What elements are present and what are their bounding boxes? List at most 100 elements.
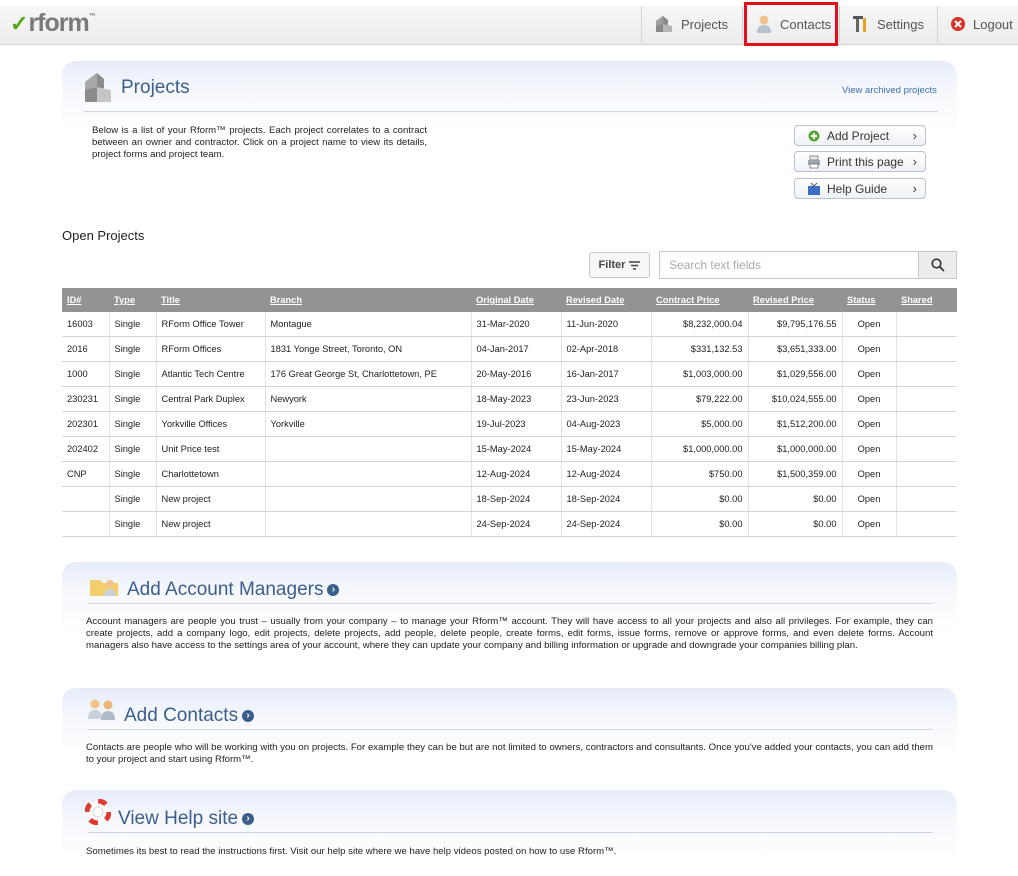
table-row[interactable]: 202402 Single Unit Price test 15-May-2024 15… bbox=[62, 436, 957, 462]
view-archived-projects-link[interactable]: View archived projects bbox=[842, 85, 937, 96]
cell-title[interactable]: New project bbox=[156, 511, 266, 537]
chevron-right-icon: › bbox=[912, 154, 917, 169]
cell-branch: Yorkville bbox=[265, 411, 472, 437]
cell-revised-price: $1,512,200.00 bbox=[748, 411, 843, 437]
cell-status: Open bbox=[842, 386, 897, 412]
cell-revised-price: $9,795,176.55 bbox=[748, 312, 843, 337]
column-header-title[interactable]: Title bbox=[156, 288, 265, 312]
cell-revised-date: 24-Sep-2024 bbox=[561, 511, 652, 537]
table-row[interactable]: Single New project 24-Sep-2024 24-Sep-2024 $… bbox=[62, 511, 957, 537]
nav-logout-label: Logout bbox=[973, 16, 1013, 32]
account-managers-description: Account managers are people you trust – … bbox=[86, 616, 933, 651]
cell-original-date: 12-Aug-2024 bbox=[471, 461, 562, 487]
cell-revised-price: $3,651,333.00 bbox=[748, 336, 843, 362]
table-row[interactable]: CNP Single Charlottetown 12-Aug-2024 12-Aug-… bbox=[62, 461, 957, 487]
cell-contract-price: $0.00 bbox=[651, 486, 749, 512]
cell-revised-date: 16-Jan-2017 bbox=[561, 361, 652, 387]
column-header-original-date[interactable]: Original Date bbox=[471, 288, 561, 312]
column-header-id[interactable]: ID# bbox=[62, 288, 109, 312]
nav-settings-label: Settings bbox=[877, 16, 924, 32]
cell-title[interactable]: RForm Office Tower bbox=[156, 312, 266, 337]
column-header-type[interactable]: Type bbox=[109, 288, 156, 312]
column-header-shared[interactable]: Shared bbox=[896, 288, 957, 312]
add-account-managers-link[interactable]: Add Account Managers › bbox=[127, 579, 340, 601]
help-guide-button[interactable]: Help Guide › bbox=[794, 178, 926, 199]
table-row[interactable]: 202301 Single Yorkville Offices Yorkville 19… bbox=[62, 411, 957, 437]
cell-status: Open bbox=[842, 486, 897, 512]
table-row[interactable]: 1000 Single Atlantic Tech Centre 176 Great … bbox=[62, 361, 957, 387]
cell-contract-price: $0.00 bbox=[651, 511, 749, 537]
table-header-row: ID# Type Title Branch Original Date Revi… bbox=[62, 288, 957, 312]
chevron-right-icon: › bbox=[912, 181, 917, 196]
open-projects-heading: Open Projects bbox=[62, 228, 145, 243]
tv-guide-icon bbox=[808, 182, 820, 195]
contacts-divider bbox=[88, 729, 933, 730]
search-icon bbox=[930, 258, 945, 272]
cell-branch bbox=[265, 436, 472, 462]
column-header-branch[interactable]: Branch bbox=[265, 288, 471, 312]
filter-icon bbox=[629, 260, 641, 270]
projects-building-icon bbox=[85, 73, 111, 102]
cell-branch bbox=[265, 461, 472, 487]
cell-original-date: 18-Sep-2024 bbox=[471, 486, 562, 512]
cell-status: Open bbox=[842, 312, 897, 337]
search-input[interactable] bbox=[659, 251, 919, 279]
table-row[interactable]: 16003 Single RForm Office Tower Montague 31-… bbox=[62, 312, 957, 337]
cell-contract-price: $1,000,000.00 bbox=[651, 436, 749, 462]
cell-title[interactable]: Yorkville Offices bbox=[156, 411, 266, 437]
search-button[interactable] bbox=[918, 251, 957, 279]
help-site-divider bbox=[88, 832, 933, 833]
cell-revised-price: $0.00 bbox=[748, 511, 843, 537]
cell-title[interactable]: RForm Offices bbox=[156, 336, 266, 362]
cell-id: 1000 bbox=[62, 361, 110, 387]
cell-title[interactable]: Central Park Duplex bbox=[156, 386, 266, 412]
cell-title[interactable]: Unit Price test bbox=[156, 436, 266, 462]
cell-original-date: 18-May-2023 bbox=[471, 386, 562, 412]
cell-branch bbox=[265, 486, 472, 512]
column-header-revised-date[interactable]: Revised Date bbox=[561, 288, 651, 312]
cell-type: Single bbox=[109, 312, 157, 337]
add-project-button[interactable]: Add Project › bbox=[794, 125, 926, 146]
cell-branch: 1831 Yonge Street, Toronto, ON bbox=[265, 336, 472, 362]
nav-projects[interactable]: Projects bbox=[641, 6, 742, 42]
cell-id: 202402 bbox=[62, 436, 110, 462]
cell-revised-price: $1,500,359.00 bbox=[748, 461, 843, 487]
filter-button[interactable]: Filter bbox=[589, 252, 650, 278]
nav-logout[interactable]: Logout bbox=[937, 6, 1018, 42]
cell-id bbox=[62, 511, 110, 537]
cell-revised-price: $10,024,555.00 bbox=[748, 386, 843, 412]
cell-type: Single bbox=[109, 436, 157, 462]
cell-title[interactable]: Atlantic Tech Centre bbox=[156, 361, 266, 387]
cell-shared bbox=[896, 461, 957, 487]
help-site-panel bbox=[62, 790, 957, 870]
cell-type: Single bbox=[109, 411, 157, 437]
cell-type: Single bbox=[109, 386, 157, 412]
account-managers-divider bbox=[88, 603, 933, 604]
cell-revised-date: 11-Jun-2020 bbox=[561, 312, 652, 337]
cell-revised-date: 12-Aug-2024 bbox=[561, 461, 652, 487]
table-row[interactable]: 2016 Single RForm Offices 1831 Yonge Street… bbox=[62, 336, 957, 362]
printer-icon bbox=[808, 155, 820, 168]
view-help-site-link[interactable]: View Help site › bbox=[118, 808, 255, 830]
cell-title[interactable]: New project bbox=[156, 486, 266, 512]
cell-type: Single bbox=[109, 336, 157, 362]
help-site-description: Sometimes its best to read the instructi… bbox=[86, 846, 617, 857]
table-row[interactable]: Single New project 18-Sep-2024 18-Sep-2024 $… bbox=[62, 486, 957, 512]
arrow-right-circle-icon: › bbox=[242, 709, 255, 722]
column-header-status[interactable]: Status bbox=[842, 288, 896, 312]
cell-original-date: 19-Jul-2023 bbox=[471, 411, 562, 437]
column-header-contract-price[interactable]: Contract Price bbox=[651, 288, 748, 312]
logo-check-icon: ✓ bbox=[10, 11, 28, 36]
rform-logo[interactable]: ✓rform™ bbox=[10, 9, 96, 38]
cell-title[interactable]: Charlottetown bbox=[156, 461, 266, 487]
cell-id bbox=[62, 486, 110, 512]
cell-branch: Newyork bbox=[265, 386, 472, 412]
table-row[interactable]: 230231 Single Central Park Duplex Newyork 18… bbox=[62, 386, 957, 412]
nav-settings[interactable]: Settings bbox=[839, 6, 937, 42]
cell-shared bbox=[896, 436, 957, 462]
cell-contract-price: $5,000.00 bbox=[651, 411, 749, 437]
column-header-revised-price[interactable]: Revised Price bbox=[748, 288, 842, 312]
add-contacts-link[interactable]: Add Contacts › bbox=[124, 705, 255, 727]
print-page-button[interactable]: Print this page › bbox=[794, 151, 926, 172]
building-icon bbox=[656, 16, 672, 32]
